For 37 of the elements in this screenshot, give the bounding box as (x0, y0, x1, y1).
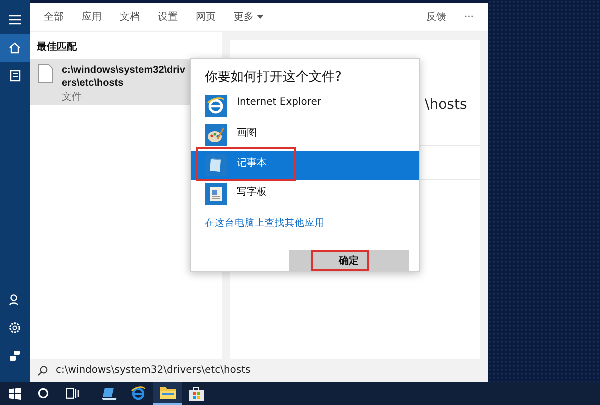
document-icon (10, 70, 20, 82)
filter-tab[interactable]: 应用 (82, 10, 102, 24)
filter-tab[interactable]: 设置 (158, 10, 178, 24)
result-type: 文件 (62, 90, 83, 104)
menu-icon (9, 15, 21, 25)
settings-icon (9, 322, 21, 334)
home-icon (9, 42, 21, 54)
circle-icon[interactable] (38, 388, 49, 399)
notepad-icon (205, 154, 227, 176)
palette-icon (205, 124, 227, 146)
header-action[interactable]: 反馈 (426, 10, 446, 24)
task-view-icon[interactable] (66, 388, 79, 399)
app-option[interactable]: 写字板 (191, 180, 419, 209)
filter-tab[interactable]: 更多 (234, 10, 264, 24)
store-icon[interactable] (189, 386, 204, 401)
search-field[interactable]: c:\windows\system32\drivers\etc\hosts (30, 359, 488, 382)
result-title: c:\windows\system32\drivers\etc\hosts (62, 64, 186, 90)
ie-icon (205, 95, 227, 117)
ok-button[interactable]: 确定 (289, 250, 409, 271)
taskbar-button[interactable] (153, 382, 182, 405)
preview-title: \hosts (425, 97, 468, 113)
filter-tab[interactable]: 文档 (120, 10, 140, 24)
filter-tab[interactable]: 全部 (44, 10, 64, 24)
file-icon (38, 64, 54, 84)
section-heading: 最佳匹配 (36, 40, 78, 55)
filter-tab[interactable]: 网页 (196, 10, 216, 24)
computer-icon[interactable] (102, 386, 118, 400)
folder-icon[interactable] (160, 386, 176, 399)
search-icon (38, 366, 48, 376)
ie-icon[interactable] (131, 386, 146, 401)
rail-button[interactable] (0, 34, 30, 62)
person-icon (9, 294, 21, 306)
app-option[interactable]: 画图 (191, 121, 419, 150)
header-action[interactable]: ··· (464, 12, 474, 22)
wordpad-icon (205, 182, 227, 205)
find-app-link[interactable]: 在这台电脑上查找其他应用 (191, 209, 419, 238)
windows-icon[interactable] (8, 388, 20, 400)
